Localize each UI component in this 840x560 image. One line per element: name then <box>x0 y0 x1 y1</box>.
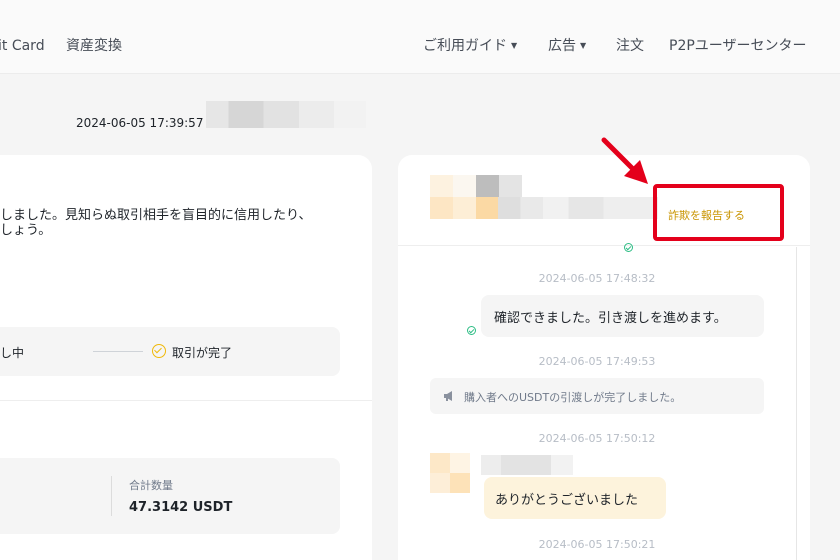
nav-item-orders[interactable]: 注文 <box>616 37 644 55</box>
message-time: 2024-06-05 17:50:12 <box>538 432 656 445</box>
blurred-counterparty-name <box>498 197 658 219</box>
annotation-arrow-icon <box>601 137 648 184</box>
step-completed-label: 取引が完了 <box>172 346 233 360</box>
step-connector <box>93 351 143 352</box>
message-bubble-other: ありがとうございました <box>484 477 666 519</box>
system-message: 購入者へのUSDTの引渡しが完了しました。 <box>430 378 764 414</box>
order-timestamp: 2024-06-05 17:39:57 <box>76 116 204 130</box>
system-message-text: 購入者へのUSDTの引渡しが完了しました。 <box>464 391 682 404</box>
nav-item-p2p-user-center[interactable]: P2Pユーザーセンター <box>669 37 807 55</box>
read-check-icon <box>467 326 476 335</box>
chat-scrollbar[interactable] <box>796 247 797 560</box>
top-nav: it Card 資産変換 ご利用ガイド ▼ 広告 ▼ 注文 P2Pユーザーセンター <box>0 0 840 74</box>
nav-item-ads[interactable]: 広告 ▼ <box>548 37 586 55</box>
message-bubble-mine: 確認できました。引き渡しを進めます。 <box>481 295 764 337</box>
step-releasing-label: し中 <box>0 346 25 360</box>
total-quantity-value: 47.3142 USDT <box>129 500 233 515</box>
message-time: 2024-06-05 17:48:32 <box>538 272 656 285</box>
message-time: 2024-06-05 17:49:53 <box>538 355 656 368</box>
chevron-down-icon: ▼ <box>511 41 518 50</box>
blurred-order-id <box>206 101 366 128</box>
order-summary: 合計数量 47.3142 USDT <box>0 458 340 534</box>
safety-warning-text: しました。見知らぬ取引相手を盲目的に信用したり、 しょう。 <box>0 208 340 238</box>
counterparty-avatar-small <box>430 453 470 493</box>
warning-line-2: しょう。 <box>0 223 52 238</box>
blurred-sender-name <box>481 455 573 475</box>
nav-item-credit-card[interactable]: it Card <box>0 37 45 55</box>
message-time: 2024-06-05 17:50:21 <box>538 538 656 551</box>
order-progress: し中 取引が完了 <box>0 327 340 376</box>
report-highlight-box <box>653 184 784 241</box>
check-circle-icon <box>152 344 166 358</box>
nav-item-asset-convert[interactable]: 資産変換 <box>66 37 122 55</box>
read-check-icon <box>624 243 633 252</box>
chat-header-divider <box>398 245 810 246</box>
nav-item-guide[interactable]: ご利用ガイド ▼ <box>423 37 517 55</box>
total-quantity-label: 合計数量 <box>129 479 173 492</box>
chevron-down-icon: ▼ <box>580 41 587 50</box>
megaphone-icon <box>444 391 452 401</box>
warning-line-1: しました。見知らぬ取引相手を盲目的に信用したり、 <box>0 208 312 223</box>
summary-separator <box>111 476 112 516</box>
chat-panel: 詐欺を報告する 2024-06-05 17:48:32 確認できました。引き渡し… <box>398 155 810 560</box>
divider <box>0 400 372 401</box>
